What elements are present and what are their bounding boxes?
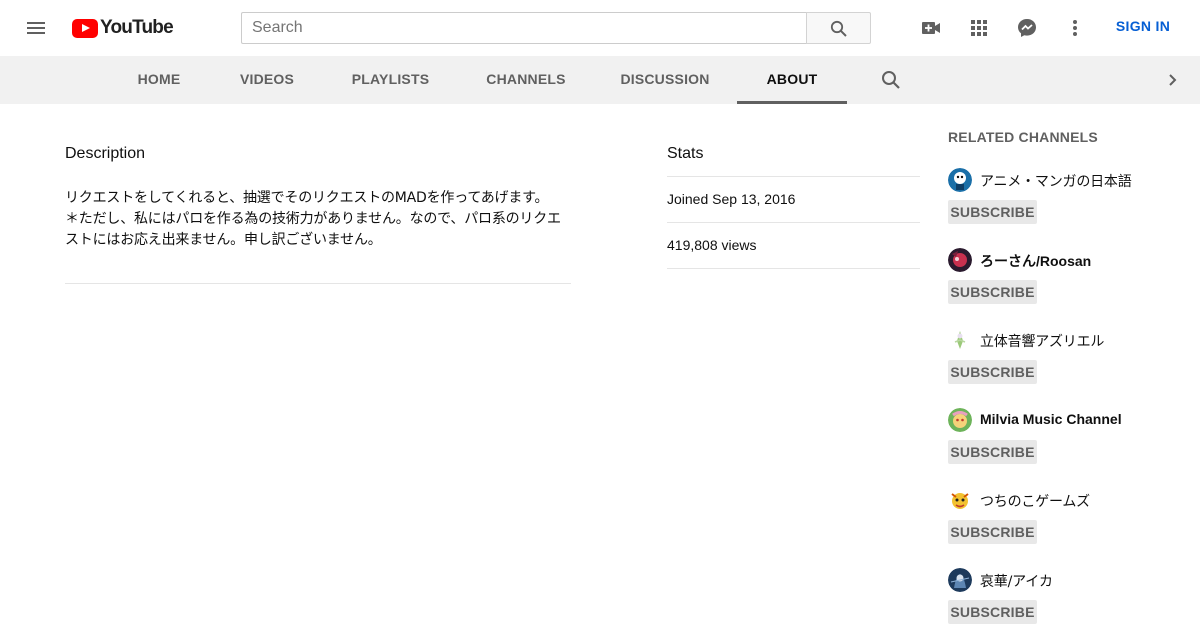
sign-in-button[interactable]: SIGN IN (1104, 18, 1182, 38)
tab-home[interactable]: HOME (128, 56, 190, 104)
avatar[interactable] (948, 488, 972, 512)
channel-name[interactable]: ろーさん/Roosan (980, 251, 1091, 271)
avatar[interactable] (948, 568, 972, 592)
search-box (241, 12, 807, 44)
search-input[interactable] (242, 13, 807, 43)
tab-channels[interactable]: CHANNELS (478, 56, 574, 104)
tab-videos[interactable]: VIDEOS (230, 56, 304, 104)
tab-playlists[interactable]: PLAYLISTS (342, 56, 439, 104)
channel-name[interactable]: Milvia Music Channel (980, 411, 1122, 427)
divider (667, 176, 920, 177)
channel-name[interactable]: アニメ・マンガの日本語 (980, 171, 1132, 191)
divider (667, 222, 920, 223)
more-vert-icon[interactable] (1063, 16, 1087, 40)
subscribe-button[interactable]: SUBSCRIBE (948, 600, 1037, 624)
related-channel: アニメ・マンガの日本語 SUBSCRIBE (948, 168, 1188, 238)
related-channel: 哀華/アイカ SUBSCRIBE (948, 568, 1188, 630)
avatar[interactable] (948, 408, 972, 432)
related-channel: Milvia Music Channel SUBSCRIBE (948, 408, 1188, 478)
avatar[interactable] (948, 168, 972, 192)
chevron-right-icon[interactable] (1160, 68, 1184, 92)
subscribe-button[interactable]: SUBSCRIBE (948, 280, 1037, 304)
menu-icon[interactable] (24, 16, 48, 40)
related-channel: つちのこゲームズ SUBSCRIBE (948, 488, 1188, 558)
joined-date: Joined Sep 13, 2016 (667, 191, 796, 207)
messages-icon[interactable] (1015, 16, 1039, 40)
masthead: YouTube SIGN IN (0, 0, 1200, 56)
related-channel: ろーさん/Roosan SUBSCRIBE (948, 248, 1188, 318)
channel-name[interactable]: つちのこゲームズ (980, 491, 1090, 511)
tab-about[interactable]: ABOUT (737, 56, 847, 104)
channel-search-icon[interactable] (879, 68, 903, 92)
youtube-logo[interactable]: YouTube (72, 17, 174, 39)
subscribe-button[interactable]: SUBSCRIBE (948, 520, 1037, 544)
divider (667, 268, 920, 269)
subscribe-button[interactable]: SUBSCRIBE (948, 440, 1037, 464)
view-count: 419,808 views (667, 237, 757, 253)
subscribe-button[interactable]: SUBSCRIBE (948, 200, 1037, 224)
search-button[interactable] (806, 12, 871, 44)
description-title: Description (65, 145, 146, 162)
related-channels-title: RELATED CHANNELS (948, 129, 1098, 145)
search-icon (830, 20, 847, 37)
channel-name[interactable]: 哀華/アイカ (980, 571, 1053, 591)
logo-text: YouTube (100, 17, 174, 38)
apps-icon[interactable] (967, 16, 991, 40)
description-text: リクエストをしてくれると、抽選でそのリクエストのMADを作ってあげます。 ＊ただ… (65, 190, 561, 248)
create-video-icon[interactable] (919, 16, 943, 40)
divider (65, 283, 571, 284)
tab-discussion[interactable]: DISCUSSION (613, 56, 717, 104)
stats-title: Stats (667, 145, 704, 162)
channel-tabs-bar: HOME VIDEOS PLAYLISTS CHANNELS DISCUSSIO… (0, 56, 1200, 104)
youtube-play-icon (72, 18, 98, 38)
avatar[interactable] (948, 328, 972, 352)
channel-name[interactable]: 立体音響アズリエル (980, 331, 1104, 351)
avatar[interactable] (948, 248, 972, 272)
subscribe-button[interactable]: SUBSCRIBE (948, 360, 1037, 384)
related-channel: 立体音響アズリエル SUBSCRIBE (948, 328, 1188, 398)
